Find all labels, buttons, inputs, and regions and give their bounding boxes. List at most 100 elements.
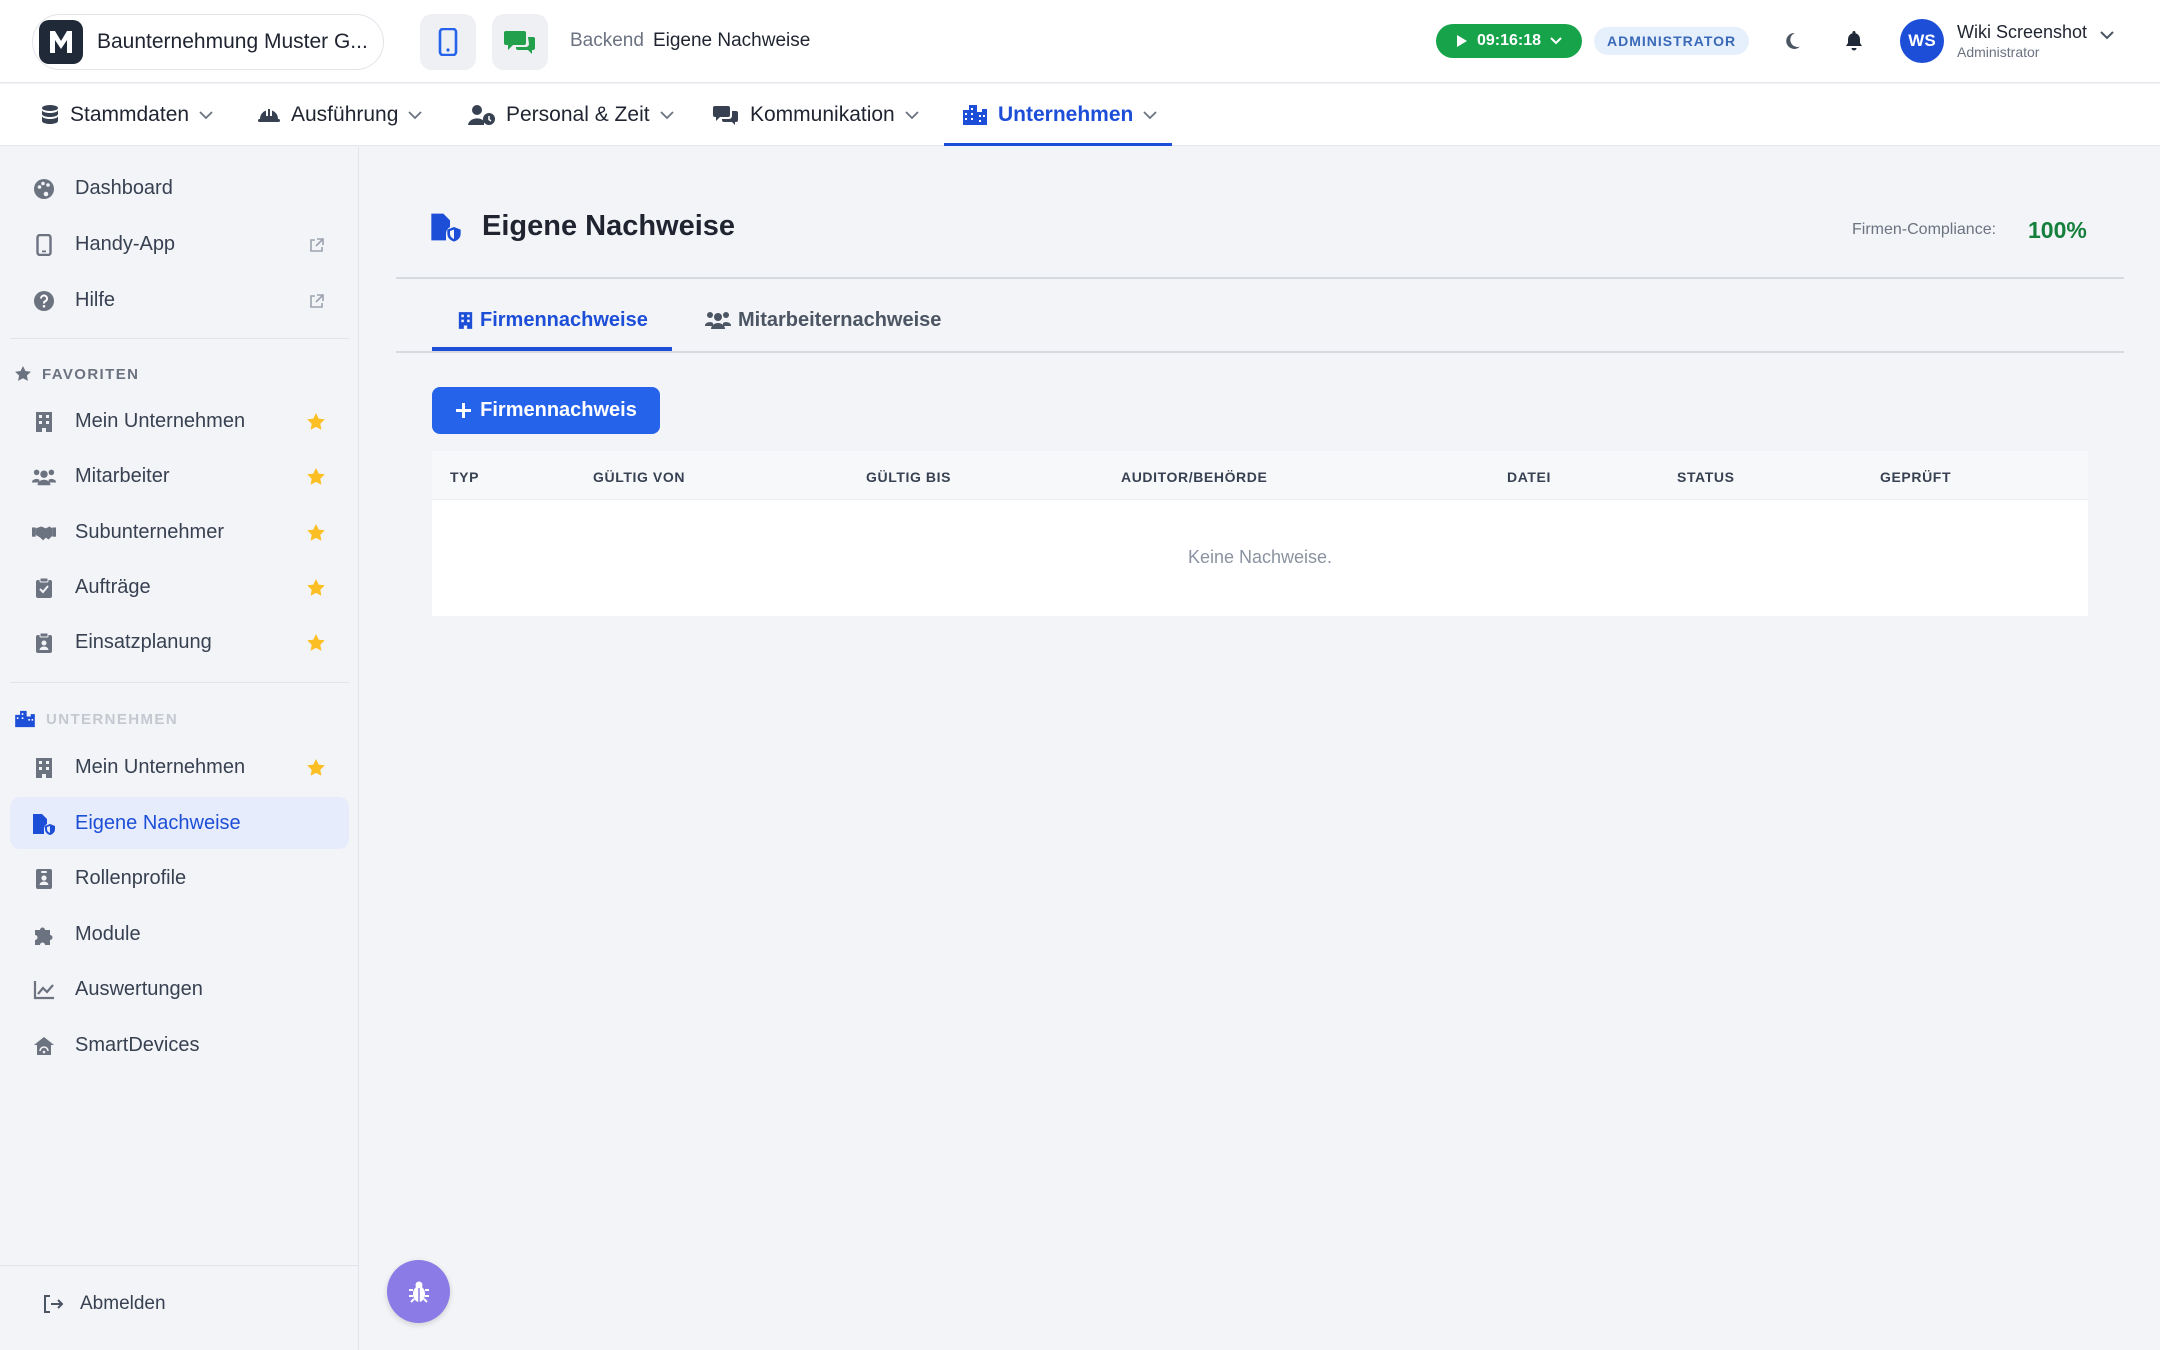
tab-mitarbeiternachweise[interactable]: Mitarbeiternachweise xyxy=(705,290,941,350)
nav-personal-zeit[interactable]: Personal & Zeit xyxy=(468,84,674,146)
comments-icon xyxy=(713,106,738,125)
role-badge: ADMINISTRATOR xyxy=(1594,27,1750,55)
sidebar-item-module[interactable]: Module xyxy=(10,908,349,960)
sidebar-item-fav-auftraege[interactable]: Aufträge xyxy=(10,561,349,613)
sidebar-item-dashboard[interactable]: Dashboard xyxy=(10,162,349,214)
database-icon xyxy=(42,105,58,124)
sidebar-item-mein-unternehmen[interactable]: Mein Unternehmen xyxy=(10,741,349,793)
favorite-star-icon[interactable] xyxy=(306,758,326,778)
sidebar-item-label: Mein Unternehmen xyxy=(75,409,246,432)
favorite-star-icon[interactable] xyxy=(306,412,326,432)
puzzle-icon xyxy=(32,923,56,947)
users-icon xyxy=(32,465,56,489)
mobile-app-button[interactable] xyxy=(420,14,476,70)
column-header-status[interactable]: STATUS xyxy=(1677,469,1735,485)
user-menu-chevron-down-icon[interactable] xyxy=(2100,30,2114,40)
logout-label: Abmelden xyxy=(80,1293,166,1314)
favorite-star-icon[interactable] xyxy=(306,467,326,487)
nav-kommunikation[interactable]: Kommunikation xyxy=(712,84,919,146)
company-switcher[interactable]: Baunternehmung Muster G... xyxy=(32,14,384,70)
chat-button[interactable] xyxy=(492,14,548,70)
notifications-button[interactable] xyxy=(1840,27,1868,55)
sidebar-item-label: Eigene Nachweise xyxy=(75,811,241,834)
user-name[interactable]: Wiki Screenshot xyxy=(1957,22,2087,43)
sidebar-item-eigene-nachweise[interactable]: Eigene Nachweise xyxy=(10,797,349,849)
star-icon xyxy=(15,366,31,381)
sidebar-item-auswertungen[interactable]: Auswertungen xyxy=(10,963,349,1015)
sidebar-item-label: Dashboard xyxy=(75,176,173,199)
palette-icon xyxy=(32,177,56,201)
file-shield-icon xyxy=(32,812,56,836)
nav-label: Unternehmen xyxy=(998,103,1134,126)
header-divider xyxy=(396,277,2124,279)
nachweise-table: TYP GÜLTIG VON GÜLTIG BIS AUDITOR/BEHÖRD… xyxy=(432,451,2088,616)
tabs-divider xyxy=(396,351,2124,353)
nav-label: Ausführung xyxy=(291,103,399,126)
nav-label: Personal & Zeit xyxy=(506,103,650,126)
bug-report-button[interactable] xyxy=(387,1260,450,1323)
timer-value: 09:16:18 xyxy=(1476,32,1542,49)
sidebar-item-handy-app[interactable]: Handy-App xyxy=(10,218,349,270)
sidebar-item-label: Rollenprofile xyxy=(75,866,187,889)
chevron-down-icon xyxy=(905,110,919,119)
hardhat-icon xyxy=(258,109,280,122)
active-nav-indicator xyxy=(944,143,1172,146)
smart-home-icon xyxy=(32,1034,56,1058)
sidebar: Dashboard Handy-App Hilfe FAVORITEN Mein… xyxy=(0,147,359,1350)
compliance-value: 100% xyxy=(2028,217,2087,243)
favorite-star-icon[interactable] xyxy=(306,578,326,598)
comments-icon xyxy=(504,31,535,54)
column-header-geprueft[interactable]: GEPRÜFT xyxy=(1880,469,1951,485)
sidebar-item-label: Hilfe xyxy=(75,288,116,311)
sidebar-item-rollenprofile[interactable]: Rollenprofile xyxy=(10,852,349,904)
chevron-down-icon xyxy=(408,110,423,119)
breadcrumb: Backend Eigene Nachweise xyxy=(570,30,810,52)
bell-icon xyxy=(1846,31,1862,51)
bug-icon xyxy=(408,1281,429,1303)
sidebar-item-label: Einsatzplanung xyxy=(75,630,212,653)
nav-ausfuehrung[interactable]: Ausführung xyxy=(257,84,423,146)
company-logo xyxy=(39,20,83,64)
moon-icon xyxy=(1786,32,1800,49)
nav-unternehmen[interactable]: Unternehmen xyxy=(962,84,1157,146)
sidebar-item-label: SmartDevices xyxy=(75,1033,200,1056)
logout-button[interactable]: Abmelden xyxy=(42,1293,166,1315)
favorites-title: FAVORITEN xyxy=(42,365,140,383)
nav-label: Stammdaten xyxy=(70,103,190,126)
sidebar-item-label: Handy-App xyxy=(75,232,176,255)
column-header-gueltig-bis[interactable]: GÜLTIG BIS xyxy=(866,469,951,485)
avatar[interactable]: WS xyxy=(1900,19,1944,63)
sidebar-item-smartdevices[interactable]: SmartDevices xyxy=(10,1019,349,1071)
building-icon xyxy=(458,311,473,329)
sidebar-divider xyxy=(10,338,349,339)
sidebar-footer-divider xyxy=(0,1265,359,1266)
sidebar-item-fav-mitarbeiter[interactable]: Mitarbeiter xyxy=(10,450,349,502)
sidebar-item-fav-einsatzplanung[interactable]: Einsatzplanung xyxy=(10,616,349,668)
column-header-datei[interactable]: DATEI xyxy=(1507,469,1551,485)
column-header-gueltig-von[interactable]: GÜLTIG VON xyxy=(593,469,685,485)
add-firmennachweis-button[interactable]: Firmennachweis xyxy=(432,387,660,434)
favorite-star-icon[interactable] xyxy=(306,633,326,653)
column-header-typ[interactable]: TYP xyxy=(450,469,479,485)
dark-mode-toggle[interactable] xyxy=(1778,27,1806,55)
nav-stammdaten[interactable]: Stammdaten xyxy=(40,84,213,146)
page-header: Eigene Nachweise xyxy=(430,210,735,243)
sidebar-item-label: Aufträge xyxy=(75,575,151,598)
chevron-down-icon xyxy=(199,110,213,119)
id-badge-icon xyxy=(32,867,56,891)
breadcrumb-section[interactable]: Backend xyxy=(570,30,644,51)
time-tracking-timer[interactable]: 09:16:18 xyxy=(1436,24,1582,58)
company-name: Baunternehmung Muster G... xyxy=(97,30,368,53)
column-header-auditor[interactable]: AUDITOR/BEHÖRDE xyxy=(1121,469,1267,485)
tab-firmennachweise[interactable]: Firmennachweise xyxy=(458,290,648,350)
building-icon xyxy=(32,410,56,434)
tab-label: Mitarbeiternachweise xyxy=(738,308,942,331)
clipboard-user-icon xyxy=(32,631,56,655)
sidebar-item-hilfe[interactable]: Hilfe xyxy=(10,274,349,326)
chevron-down-icon xyxy=(1550,37,1562,45)
external-link-icon xyxy=(306,235,326,255)
city-icon xyxy=(963,105,987,125)
sidebar-item-fav-mein-unternehmen[interactable]: Mein Unternehmen xyxy=(10,395,349,447)
favorite-star-icon[interactable] xyxy=(306,523,326,543)
sidebar-item-fav-subunternehmer[interactable]: Subunternehmer xyxy=(10,506,349,558)
